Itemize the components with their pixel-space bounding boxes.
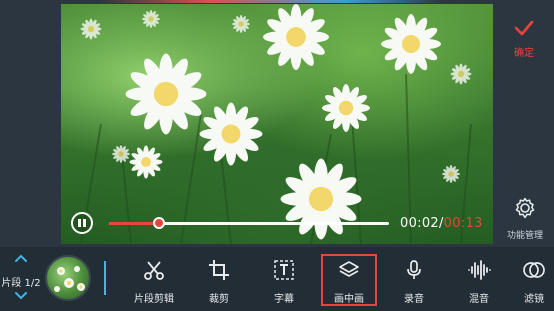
tool-subtitle[interactable]: 字幕 bbox=[254, 247, 314, 311]
confirm-button[interactable]: 确定 bbox=[502, 20, 546, 59]
confirm-label: 确定 bbox=[514, 48, 534, 59]
crop-icon bbox=[209, 260, 229, 280]
text-frame-icon bbox=[274, 260, 294, 280]
tool-label: 滤镜 bbox=[524, 294, 544, 305]
daisy-field-image bbox=[80, 4, 472, 244]
tool-clip-edit[interactable]: 片段剪辑 bbox=[124, 247, 184, 311]
playback-progress-bar[interactable] bbox=[109, 217, 389, 229]
pause-icon bbox=[78, 219, 86, 227]
tool-label: 录音 bbox=[404, 294, 424, 305]
chevron-down-icon[interactable] bbox=[14, 291, 28, 301]
clip-index-label: 片段 1/2 bbox=[1, 278, 41, 289]
tool-crop[interactable]: 裁剪 bbox=[189, 247, 249, 311]
current-time: 00:02 bbox=[400, 216, 439, 231]
layers-icon bbox=[339, 261, 359, 277]
function-manage-button[interactable]: 功能管理 bbox=[500, 196, 550, 241]
playback-progress-fill bbox=[109, 222, 160, 225]
tool-picture-in-picture[interactable]: 画中画 bbox=[319, 247, 379, 311]
microphone-icon bbox=[407, 260, 421, 279]
filter-circles-icon bbox=[523, 262, 545, 278]
clip-navigator: 片段 1/2 bbox=[0, 247, 42, 311]
total-time: 00:13 bbox=[443, 216, 483, 231]
tool-label: 混音 bbox=[469, 294, 489, 305]
clip-thumbnail[interactable] bbox=[45, 255, 91, 301]
scissors-icon bbox=[144, 261, 164, 280]
tool-mix[interactable]: 混音 bbox=[449, 247, 509, 311]
tool-filter[interactable]: 滤镜 bbox=[513, 247, 554, 311]
function-manage-label: 功能管理 bbox=[506, 231, 543, 241]
waveform-icon bbox=[468, 260, 491, 280]
tool-label: 画中画 bbox=[334, 294, 364, 305]
bottom-toolbar: 片段 1/2 片段剪辑 裁剪 字幕 画中画 录音 混音 滤镜 bbox=[0, 247, 554, 311]
chevron-up-icon[interactable] bbox=[14, 253, 28, 263]
gear-icon bbox=[515, 197, 535, 219]
tool-label: 裁剪 bbox=[209, 294, 229, 305]
video-preview[interactable]: 00:02/00:13 bbox=[61, 4, 493, 244]
tool-record[interactable]: 录音 bbox=[384, 247, 444, 311]
toolbar-divider bbox=[104, 261, 106, 295]
time-readout: 00:02/00:13 bbox=[400, 216, 483, 231]
pause-button[interactable] bbox=[71, 212, 93, 234]
checkmark-icon bbox=[514, 20, 534, 36]
tool-label: 片段剪辑 bbox=[134, 294, 174, 305]
tool-label: 字幕 bbox=[274, 294, 294, 305]
clip-thumbnail-image bbox=[54, 266, 85, 292]
top-progress-stripe bbox=[0, 0, 554, 3]
